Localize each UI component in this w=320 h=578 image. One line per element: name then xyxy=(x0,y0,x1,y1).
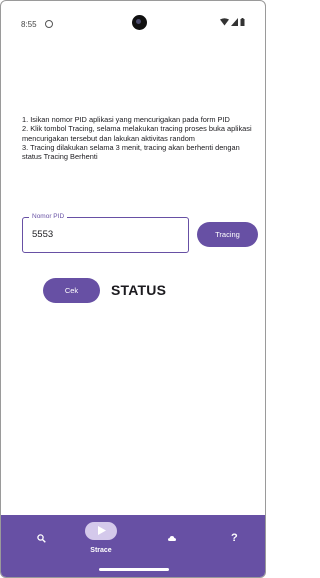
app-screen: 8:55 1. Isikan nomor PID aplikasi yang m… xyxy=(0,0,266,578)
nav-item-cloud[interactable] xyxy=(147,515,197,565)
pid-input[interactable] xyxy=(32,229,172,240)
pid-field[interactable]: Nomor PID xyxy=(22,213,189,253)
gesture-bar[interactable] xyxy=(99,568,169,571)
tracing-button-label: Tracing xyxy=(215,230,240,239)
status-icons xyxy=(220,18,245,26)
tracing-button[interactable]: Tracing xyxy=(197,222,258,247)
instructions: 1. Isikan nomor PID aplikasi yang mencur… xyxy=(22,115,258,161)
cloud-icon xyxy=(168,536,176,541)
battery-icon xyxy=(240,18,245,26)
signal-icon xyxy=(231,18,238,26)
instruction-3: 3. Tracing dilakukan selama 3 menit, tra… xyxy=(22,142,240,162)
clock-icon xyxy=(45,20,53,28)
camera-cutout xyxy=(132,15,147,30)
status-bar: 8:55 xyxy=(1,1,265,45)
search-icon xyxy=(37,534,46,543)
status-time: 8:55 xyxy=(21,20,37,29)
play-icon xyxy=(98,526,106,535)
bottom-nav: Strace ? xyxy=(1,515,265,577)
cek-button[interactable]: Cek xyxy=(43,278,100,303)
nav-item-search[interactable] xyxy=(17,515,67,565)
pid-field-label: Nomor PID xyxy=(29,213,68,220)
nav-item-help[interactable]: ? xyxy=(211,515,261,565)
nav-item-strace[interactable]: Strace xyxy=(76,515,126,565)
instruction-1: 1. Isikan nomor PID aplikasi yang mencur… xyxy=(22,115,230,124)
help-icon: ? xyxy=(231,532,238,544)
status-label: STATUS xyxy=(111,282,167,298)
cek-button-label: Cek xyxy=(64,286,79,295)
nav-item-strace-label: Strace xyxy=(90,547,112,554)
wifi-icon xyxy=(220,18,229,26)
instruction-2: 2. Klik tombol Tracing, selama melakukan… xyxy=(22,124,252,143)
